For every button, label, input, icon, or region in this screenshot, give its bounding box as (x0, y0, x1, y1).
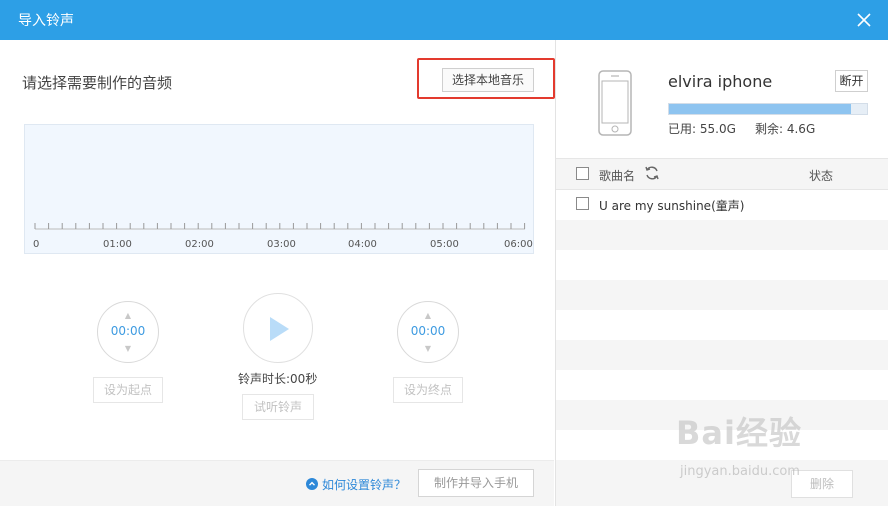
timeline-label: 04:00 (348, 239, 377, 250)
list-item-empty (556, 220, 888, 250)
storage-used: 已用: 55.0G (668, 122, 736, 136)
chevron-up-icon[interactable]: ▲ (98, 311, 158, 320)
timeline-label: 05:00 (430, 239, 459, 250)
storage-bar-fill (669, 104, 852, 114)
timeline-label: 06:00 (504, 239, 533, 250)
waveform-area[interactable]: 0 01:00 02:00 03:00 04:00 05:00 06:00 (24, 124, 534, 254)
preview-button[interactable]: 试听铃声 (242, 394, 314, 420)
select-all-checkbox[interactable] (576, 167, 589, 180)
list-item-empty (556, 280, 888, 310)
ringtone-editor-pane: 请选择需要制作的音频 选择本地音乐 0 01:00 02:00 03:00 04… (0, 40, 555, 506)
page-title: 请选择需要制作的音频 (22, 74, 173, 92)
list-item[interactable]: U are my sunshine(童声) (556, 190, 888, 220)
list-item-empty (556, 430, 888, 460)
set-end-button[interactable]: 设为终点 (393, 377, 463, 403)
list-item-empty (556, 310, 888, 340)
list-item-empty (556, 400, 888, 430)
left-footer: 如何设置铃声？ 制作并导入手机 (0, 460, 554, 506)
start-time-value: 00:00 (110, 324, 146, 338)
timeline: 0 01:00 02:00 03:00 04:00 05:00 06:00 (25, 219, 533, 253)
timeline-label: 02:00 (185, 239, 214, 250)
timeline-label: 01:00 (103, 239, 132, 250)
chevron-up-icon[interactable]: ▲ (398, 311, 458, 320)
help-circle-icon (306, 478, 318, 490)
storage-bar (668, 103, 868, 115)
close-button[interactable] (850, 6, 878, 34)
play-button[interactable] (243, 293, 313, 363)
chevron-down-icon[interactable]: ▼ (398, 344, 458, 353)
choose-local-music-button[interactable]: 选择本地音乐 (442, 68, 534, 92)
row-checkbox[interactable] (576, 197, 589, 210)
device-pane: elvira iphone 断开 已用: 55.0G 剩余: 4.6G 歌曲名 … (555, 40, 888, 506)
right-footer: 删除 (556, 460, 888, 506)
song-title: U are my sunshine(童声) (599, 199, 745, 213)
start-time-stepper[interactable]: ▲ 00:00 ▼ (97, 301, 159, 363)
end-time-stepper[interactable]: ▲ 00:00 ▼ (397, 301, 459, 363)
play-icon (270, 317, 289, 341)
help-link-label: 如何设置铃声？ (322, 478, 407, 492)
timeline-label: 0 (33, 239, 40, 250)
refresh-icon[interactable] (644, 165, 660, 181)
list-item-empty (556, 250, 888, 280)
disconnect-button[interactable]: 断开 (835, 70, 868, 92)
phone-icon (598, 70, 632, 136)
close-icon (857, 13, 871, 27)
title-bar: 导入铃声 (0, 0, 888, 40)
song-list-header: 歌曲名 状态 (556, 158, 888, 190)
device-name: elvira iphone (668, 72, 773, 91)
delete-button[interactable]: 删除 (791, 470, 853, 498)
help-link[interactable]: 如何设置铃声？ (306, 476, 406, 493)
list-item-empty (556, 340, 888, 370)
window-title: 导入铃声 (18, 13, 74, 29)
chevron-down-icon[interactable]: ▼ (98, 344, 158, 353)
ringtone-duration: 铃声时长:00秒 (238, 372, 318, 386)
make-and-import-button[interactable]: 制作并导入手机 (418, 469, 534, 497)
list-item-empty (556, 370, 888, 400)
timeline-ticks (34, 223, 526, 230)
end-time-value: 00:00 (410, 324, 446, 338)
storage-free: 剩余: 4.6G (755, 122, 816, 136)
column-status: 状态 (809, 169, 834, 183)
timeline-label: 03:00 (267, 239, 296, 250)
column-song-name: 歌曲名 (599, 169, 636, 183)
set-start-button[interactable]: 设为起点 (93, 377, 163, 403)
